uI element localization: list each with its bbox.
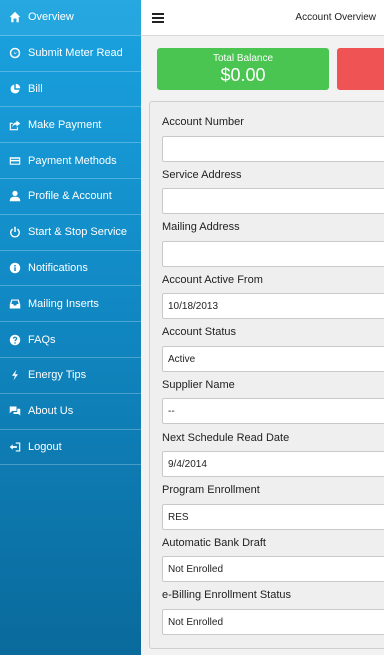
sidebar-item-label: Submit Meter Read [28, 47, 123, 60]
total-balance-card[interactable]: Total Balance $0.00 [157, 48, 329, 90]
chat-icon [8, 404, 22, 418]
alert-card[interactable] [337, 48, 384, 90]
account-status-field: Active [162, 346, 384, 372]
summary-cards: Total Balance $0.00 [141, 36, 384, 92]
sidebar: Overview Submit Meter Read Bill Make Pay… [0, 0, 141, 655]
supplier-name-label: Supplier Name [162, 379, 235, 391]
sidebar-item-make-payment[interactable]: Make Payment [0, 107, 141, 144]
sidebar-item-energy-tips[interactable]: Energy Tips [0, 358, 141, 394]
meter-icon [8, 46, 22, 60]
share-icon [8, 118, 22, 132]
pie-chart-icon [8, 82, 22, 96]
next-schedule-read-date-field: 9/4/2014 [162, 451, 384, 477]
menu-icon[interactable] [152, 12, 164, 23]
sidebar-item-faqs[interactable]: FAQs [0, 322, 141, 358]
ebilling-enrollment-status-label: e-Billing Enrollment Status [162, 589, 292, 601]
sidebar-item-label: Mailing Inserts [28, 297, 99, 310]
question-icon [8, 333, 22, 347]
mailing-address-label: Mailing Address [162, 221, 240, 233]
sidebar-item-label: Logout [28, 440, 62, 453]
sidebar-item-label: Overview [28, 11, 74, 24]
top-bar: Account Overview [141, 0, 384, 36]
sidebar-item-bill[interactable]: Bill [0, 72, 141, 108]
account-active-from-field: 10/18/2013 [162, 293, 384, 319]
sidebar-item-label: FAQs [28, 333, 56, 346]
sidebar-item-label: About Us [28, 405, 74, 418]
bolt-icon [8, 368, 22, 382]
page-title: Account Overview [295, 12, 376, 23]
program-enrollment-field: RES [162, 504, 384, 530]
service-address-field [162, 188, 384, 214]
sidebar-item-submit-meter-read[interactable]: Submit Meter Read [0, 36, 141, 72]
account-active-from-label: Account Active From [162, 274, 263, 286]
automatic-bank-draft-label: Automatic Bank Draft [162, 537, 266, 549]
sidebar-item-label: Start & Stop Service [28, 226, 128, 239]
main-content: Account Overview Total Balance $0.00 Acc… [141, 0, 384, 655]
sidebar-item-start-stop-service[interactable]: Start & Stop Service [0, 215, 141, 251]
inbox-icon [8, 297, 22, 311]
sidebar-item-notifications[interactable]: Notifications [0, 251, 141, 287]
program-enrollment-label: Program Enrollment [162, 484, 260, 496]
sidebar-item-label: Notifications [28, 261, 88, 274]
sidebar-item-label: Profile & Account [28, 190, 112, 203]
account-details-panel: Account Number Service Address Mailing A… [149, 101, 384, 649]
total-balance-label: Total Balance [212, 53, 274, 64]
account-number-field [162, 136, 384, 162]
user-icon [8, 189, 22, 203]
sidebar-item-overview[interactable]: Overview [0, 0, 141, 36]
sidebar-item-label: Bill [28, 82, 43, 95]
sidebar-item-about-us[interactable]: About Us [0, 394, 141, 430]
account-status-label: Account Status [162, 326, 236, 338]
service-address-label: Service Address [162, 169, 242, 181]
ebilling-enrollment-status-field: Not Enrolled [162, 609, 384, 635]
logout-icon [8, 440, 22, 454]
home-icon [8, 10, 22, 24]
automatic-bank-draft-field: Not Enrolled [162, 556, 384, 582]
sidebar-item-mailing-inserts[interactable]: Mailing Inserts [0, 286, 141, 323]
sidebar-item-payment-methods[interactable]: Payment Methods [0, 143, 141, 179]
supplier-name-field: -- [162, 398, 384, 424]
info-icon [8, 261, 22, 275]
sidebar-item-label: Payment Methods [28, 154, 117, 167]
sidebar-item-logout[interactable]: Logout [0, 430, 141, 466]
sidebar-item-profile-account[interactable]: Profile & Account [0, 179, 141, 215]
credit-card-icon [8, 154, 22, 168]
mailing-address-field [162, 241, 384, 267]
power-icon [8, 225, 22, 239]
total-balance-value: $0.00 [220, 65, 266, 85]
sidebar-item-label: Make Payment [28, 118, 102, 131]
next-schedule-read-date-label: Next Schedule Read Date [162, 432, 290, 444]
sidebar-item-label: Energy Tips [28, 369, 87, 382]
account-number-label: Account Number [162, 116, 244, 128]
